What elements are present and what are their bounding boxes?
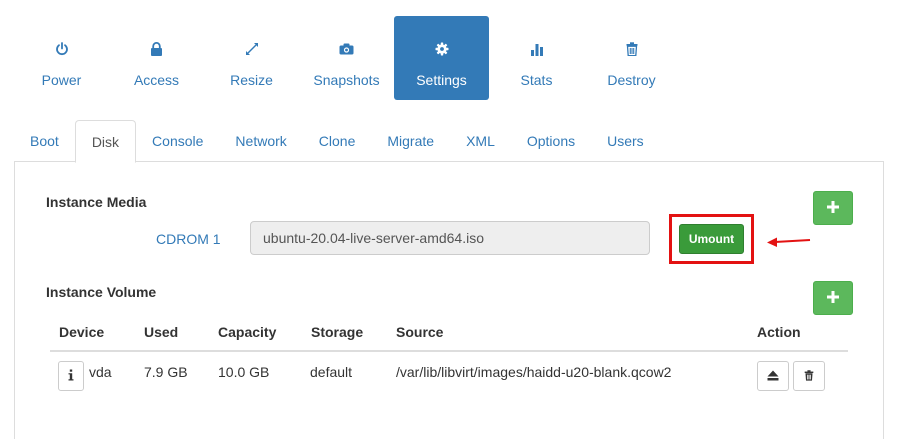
cell-capacity: 10.0 GB xyxy=(218,364,270,380)
trash-icon xyxy=(804,368,814,384)
cell-device: vda xyxy=(89,364,112,380)
column-header-used: Used xyxy=(144,324,179,340)
resize-icon xyxy=(245,41,259,57)
table-header-divider xyxy=(50,350,848,352)
cdrom-media-field: ubuntu-20.04-live-server-amd64.iso xyxy=(250,221,650,255)
tab-migrate[interactable]: Migrate xyxy=(371,120,450,162)
settings-tabs: Boot Disk Console Network Clone Migrate … xyxy=(14,120,884,163)
power-button[interactable]: Power xyxy=(14,16,109,100)
eject-icon xyxy=(767,368,779,384)
umount-button[interactable]: Umount xyxy=(679,224,744,254)
access-label: Access xyxy=(133,72,180,88)
detach-volume-button[interactable] xyxy=(757,361,789,391)
column-header-device: Device xyxy=(59,324,105,340)
instance-media-title: Instance Media xyxy=(46,194,147,210)
tab-options[interactable]: Options xyxy=(511,120,591,162)
column-header-source: Source xyxy=(396,324,444,340)
trash-icon xyxy=(626,41,638,57)
column-header-action: Action xyxy=(757,324,801,340)
cdrom-label: CDROM 1 xyxy=(156,231,221,247)
plus-icon xyxy=(826,200,840,217)
camera-icon xyxy=(339,41,354,57)
settings-label: Settings xyxy=(416,72,467,88)
resize-label: Resize xyxy=(230,72,273,88)
instance-action-bar: Power Access Resize Snapshots Settings S… xyxy=(14,16,679,100)
tab-console[interactable]: Console xyxy=(136,120,219,162)
tab-boot[interactable]: Boot xyxy=(14,120,75,162)
column-header-capacity: Capacity xyxy=(218,324,277,340)
annotation-arrow-icon xyxy=(767,233,812,252)
tab-users[interactable]: Users xyxy=(591,120,660,162)
access-button[interactable]: Access xyxy=(109,16,204,100)
instance-volume-title: Instance Volume xyxy=(46,284,157,300)
add-volume-button[interactable] xyxy=(813,281,853,315)
snapshots-label: Snapshots xyxy=(313,72,380,88)
cell-source: /var/lib/libvirt/images/haidd-u20-blank.… xyxy=(396,364,672,380)
add-media-button[interactable] xyxy=(813,191,853,225)
bar-chart-icon xyxy=(530,41,544,57)
volume-info-button[interactable] xyxy=(58,361,84,391)
settings-button[interactable]: Settings xyxy=(394,16,489,100)
plus-icon xyxy=(826,290,840,307)
lock-icon xyxy=(150,41,163,57)
disk-panel: Instance Media CDROM 1 ubuntu-20.04-live… xyxy=(14,161,884,439)
power-label: Power xyxy=(41,72,82,88)
delete-volume-button[interactable] xyxy=(793,361,825,391)
cell-used: 7.9 GB xyxy=(144,364,188,380)
resize-button[interactable]: Resize xyxy=(204,16,299,100)
destroy-button[interactable]: Destroy xyxy=(584,16,679,100)
tab-network[interactable]: Network xyxy=(219,120,302,162)
stats-button[interactable]: Stats xyxy=(489,16,584,100)
cell-storage: default xyxy=(310,364,353,380)
power-icon xyxy=(55,41,69,57)
column-header-storage: Storage xyxy=(311,324,364,340)
tab-disk[interactable]: Disk xyxy=(74,120,137,163)
gear-icon xyxy=(435,41,449,57)
stats-label: Stats xyxy=(520,72,553,88)
tab-clone[interactable]: Clone xyxy=(303,120,372,162)
destroy-label: Destroy xyxy=(607,72,656,88)
tab-xml[interactable]: XML xyxy=(450,120,511,162)
info-icon xyxy=(68,368,74,384)
snapshots-button[interactable]: Snapshots xyxy=(299,16,394,100)
